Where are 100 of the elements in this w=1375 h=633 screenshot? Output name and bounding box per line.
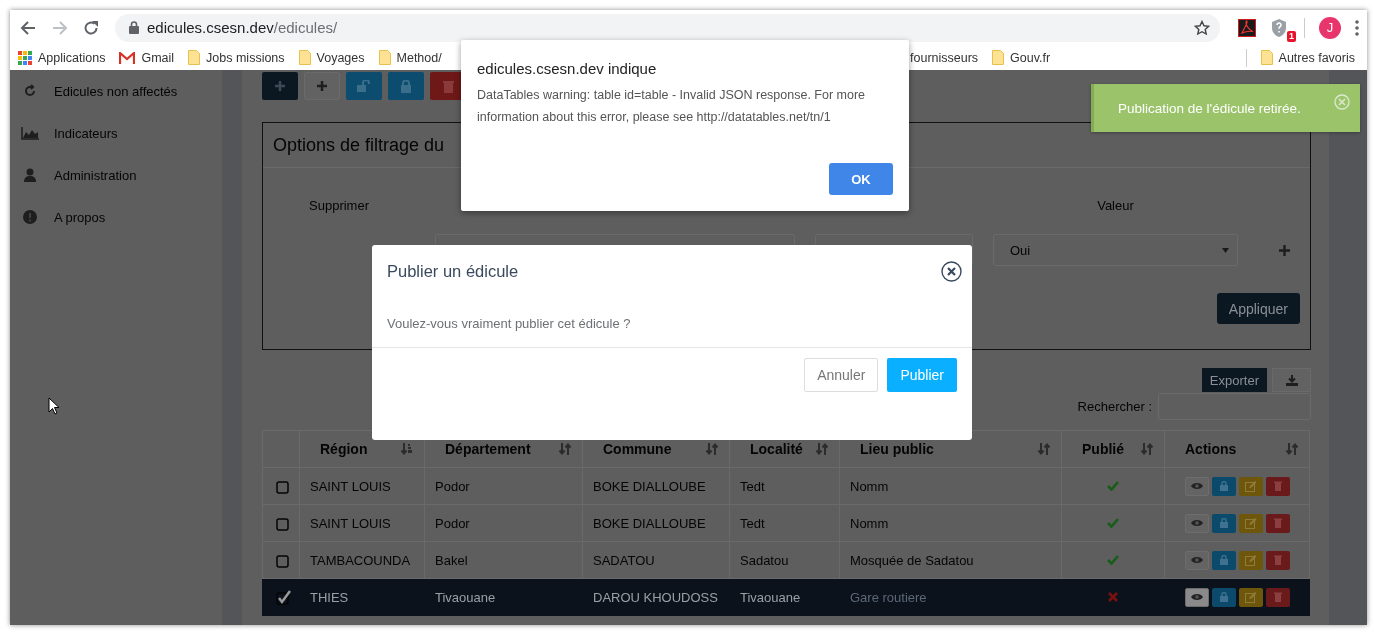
- column-header[interactable]: Lieu public: [850, 441, 934, 457]
- lock-button[interactable]: [1211, 513, 1236, 533]
- lock-button[interactable]: [1211, 476, 1236, 496]
- eye-icon: [1190, 556, 1203, 564]
- search-field[interactable]: [1158, 393, 1311, 420]
- add-button[interactable]: [304, 72, 340, 100]
- apps-grid-icon: [18, 50, 32, 65]
- star-icon[interactable]: [1194, 19, 1210, 36]
- table-cell: BOKE DIALLOUBE: [582, 467, 730, 505]
- bookmark[interactable]: Jobs missions: [188, 50, 285, 65]
- back-icon[interactable]: [19, 19, 36, 36]
- modal-message: Voulez-vous vraiment publier cet édicule ?: [387, 316, 631, 331]
- pdf-extension-icon[interactable]: [1238, 18, 1256, 37]
- table-row[interactable]: TAMBACOUNDA Bakel SADATOU Sadatou Mosquée de Sadatou: [262, 541, 1310, 579]
- forward-icon[interactable]: [51, 19, 68, 36]
- bookmark[interactable]: Applications: [18, 50, 106, 65]
- download-button[interactable]: [1272, 368, 1311, 392]
- table-cell: THIES: [299, 578, 425, 616]
- sort-icon[interactable]: [1140, 442, 1154, 456]
- add-button[interactable]: [262, 72, 298, 100]
- unlock-button[interactable]: [346, 72, 382, 100]
- trash-icon: [1273, 481, 1282, 491]
- table-row[interactable]: THIES Tivaouane DAROU KHOUDOSS Tivaouane Gare routiere: [262, 578, 1310, 616]
- close-icon[interactable]: [941, 261, 962, 282]
- profile-avatar[interactable]: J: [1319, 16, 1341, 39]
- checkbox[interactable]: [276, 552, 291, 568]
- sort-icon[interactable]: [705, 442, 719, 456]
- checkbox[interactable]: [276, 515, 291, 531]
- ok-button[interactable]: OK: [829, 163, 893, 195]
- table-cell: Bakel: [424, 541, 583, 579]
- search-label: Rechercher :: [1077, 399, 1152, 414]
- bookmark[interactable]: fournisseurs: [910, 50, 979, 65]
- exclamation-icon: [23, 210, 37, 224]
- download-icon: [1285, 374, 1298, 386]
- folder-icon: [188, 50, 201, 65]
- modal-title: Publier un édicule: [387, 262, 519, 281]
- edit-icon: [1244, 554, 1257, 566]
- sidebar-item[interactable]: Edicules non affectés: [54, 83, 178, 99]
- bookmark[interactable]: Method/: [378, 50, 442, 65]
- eye-icon: [1190, 482, 1203, 490]
- value-select[interactable]: Oui: [993, 234, 1238, 266]
- dialog-title: edicules.csesn.dev indique: [477, 60, 658, 77]
- lock-icon: [1219, 481, 1228, 491]
- table-cell: Gare routiere: [839, 578, 1062, 616]
- table-row[interactable]: SAINT LOUIS Podor BOKE DIALLOUBE Tedt Nomm: [262, 504, 1310, 542]
- table-cell: SAINT LOUIS: [299, 467, 425, 505]
- trash-icon: [1273, 518, 1282, 528]
- sort-icon[interactable]: [1037, 442, 1051, 456]
- refresh-icon: [23, 84, 37, 98]
- table-cell: Tedt: [729, 467, 840, 505]
- panel-title: Options de filtrage du: [273, 134, 445, 156]
- shield-icon[interactable]: [1270, 17, 1288, 38]
- reload-icon[interactable]: [83, 19, 100, 36]
- bookmark[interactable]: Gouv.fr: [992, 50, 1051, 65]
- table-cell: DAROU KHOUDOSS: [582, 578, 730, 616]
- bookmark[interactable]: Voyages: [298, 50, 365, 65]
- view-button[interactable]: [1184, 476, 1209, 496]
- lock-button[interactable]: [1211, 587, 1236, 607]
- sort-icon[interactable]: [400, 442, 414, 456]
- table-cell: BOKE DIALLOUBE: [582, 504, 730, 542]
- table-row[interactable]: SAINT LOUIS Podor BOKE DIALLOUBE Tedt Nomm: [262, 467, 1310, 505]
- view-button[interactable]: [1184, 550, 1209, 570]
- checkbox[interactable]: [276, 589, 291, 605]
- table-cell: Podor: [424, 504, 583, 542]
- view-button[interactable]: [1184, 513, 1209, 533]
- sort-icon[interactable]: [558, 442, 572, 456]
- lock-button[interactable]: [388, 72, 424, 100]
- sort-icon[interactable]: [815, 442, 829, 456]
- url-text: edicules.csesn.dev/edicules/: [147, 19, 339, 36]
- add-icon[interactable]: [1278, 244, 1290, 256]
- edit-icon: [1244, 517, 1257, 529]
- plus-icon: [316, 80, 328, 92]
- address-bar[interactable]: edicules.csesn.dev/edicules/: [115, 13, 1220, 42]
- table-cell: Mosquée de Sadatou: [839, 541, 1062, 579]
- cancel-button[interactable]: Annuler: [804, 358, 879, 392]
- edit-button[interactable]: [1238, 587, 1263, 607]
- column-header[interactable]: Région: [310, 441, 368, 457]
- table-cell: SADATOU: [582, 541, 730, 579]
- edit-icon: [1244, 591, 1257, 603]
- view-button[interactable]: [1184, 587, 1209, 607]
- sort-icon[interactable]: [1285, 442, 1299, 456]
- caret-icon: [1222, 247, 1229, 253]
- bookmark[interactable]: Autres favoris: [1260, 50, 1355, 65]
- menu-icon[interactable]: [1355, 19, 1359, 36]
- bookmark[interactable]: Gmail: [119, 50, 175, 65]
- publish-button[interactable]: Publier: [887, 358, 957, 392]
- lock-icon: [400, 79, 412, 93]
- table-cell: TAMBACOUNDA: [299, 541, 425, 579]
- sidebar-item[interactable]: Indicateurs: [54, 125, 118, 141]
- export-button[interactable]: Exporter: [1201, 368, 1267, 392]
- toast-message: Publication de l'édicule retirée.: [1118, 100, 1301, 116]
- table-cell: Tedt: [729, 504, 840, 542]
- lock-button[interactable]: [1211, 550, 1236, 570]
- sidebar-item[interactable]: Administration: [54, 167, 137, 183]
- notification-badge: 1: [1287, 30, 1296, 42]
- checkbox[interactable]: [276, 478, 291, 494]
- apply-button[interactable]: Appliquer: [1216, 293, 1300, 324]
- eye-icon: [1190, 519, 1203, 527]
- column-header[interactable]: Actions: [1175, 441, 1237, 457]
- sidebar-item[interactable]: A propos: [54, 209, 106, 225]
